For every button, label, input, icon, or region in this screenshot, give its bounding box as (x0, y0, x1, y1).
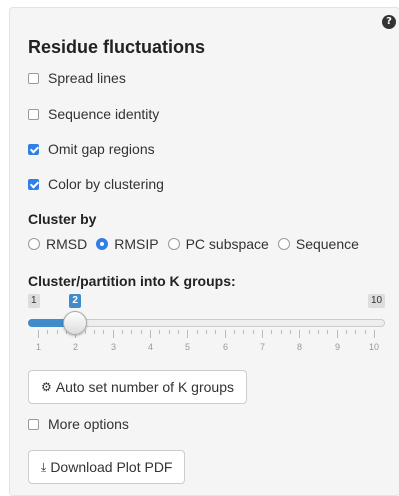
omit-gap-regions-checkbox[interactable]: Omit gap regions (28, 141, 155, 157)
radio-rmsip[interactable]: RMSIP (96, 236, 159, 252)
checkbox-box[interactable] (28, 72, 39, 84)
slider-major-tick (113, 330, 114, 338)
slider-minor-tick (131, 330, 132, 334)
checkbox-label: More options (48, 416, 129, 432)
slider-minor-tick (197, 330, 198, 334)
slider-minor-tick (215, 330, 216, 334)
slider-minor-tick (271, 330, 272, 334)
color-by-clustering-checkbox[interactable]: Color by clustering (28, 176, 164, 192)
slider-value-badge: 2 (69, 294, 81, 308)
slider-tick-label: 10 (369, 342, 380, 352)
slider-minor-tick (327, 330, 328, 334)
radio-rmsd[interactable]: RMSD (28, 236, 87, 252)
slider-major-tick (262, 330, 263, 338)
more-options-checkbox[interactable]: More options (28, 416, 129, 432)
radio-label: RMSD (46, 236, 88, 252)
radio-button[interactable] (167, 238, 180, 250)
radio-label: PC subspace (185, 236, 269, 252)
checkbox-label: Color by clustering (48, 176, 164, 192)
question-circle-icon[interactable]: ? (382, 15, 396, 29)
radio-label: Sequence (295, 236, 359, 252)
slider-major-tick (225, 330, 226, 338)
slider-minor-tick (365, 330, 366, 334)
slider-major-tick (337, 330, 338, 338)
radio-button[interactable] (96, 238, 109, 250)
k-groups-label: Cluster/partition into K groups: (28, 273, 236, 289)
checkbox-label: Sequence identity (48, 106, 160, 122)
slider-major-tick (38, 330, 39, 338)
slider-minor-tick (234, 330, 235, 334)
slider-minor-tick (309, 330, 310, 334)
checkbox-box[interactable] (28, 143, 39, 155)
slider-major-tick (187, 330, 188, 338)
slider-tick-label: 9 (335, 342, 341, 352)
cluster-by-radio-group: RMSD RMSIP PC subspace Sequence (28, 236, 368, 252)
auto-set-k-button[interactable]: ⚙ Auto set number of K groups (28, 370, 247, 404)
slider-major-tick (150, 330, 151, 338)
radio-sequence[interactable]: Sequence (277, 236, 359, 252)
radio-pc-subspace[interactable]: PC subspace (167, 236, 269, 252)
slider-tick-label: 4 (148, 342, 154, 352)
slider-minor-tick (290, 330, 291, 334)
checkbox-box[interactable] (28, 178, 39, 190)
cluster-by-label: Cluster by (28, 211, 97, 227)
radio-button[interactable] (277, 238, 290, 250)
download-button-label: Download Plot PDF (50, 459, 173, 475)
checkbox-box[interactable] (28, 418, 39, 430)
slider-min-badge: 1 (28, 294, 40, 308)
slider-minor-tick (206, 330, 207, 334)
radio-button[interactable] (28, 238, 40, 250)
slider-minor-tick (47, 330, 48, 334)
slider-minor-tick (281, 330, 282, 334)
slider-tick-label: 8 (297, 342, 303, 352)
slider-minor-tick (85, 330, 86, 334)
slider-minor-tick (159, 330, 160, 334)
slider-major-tick (374, 330, 375, 338)
download-plot-pdf-button[interactable]: ⤓ Download Plot PDF (28, 450, 186, 484)
slider-tick-label: 6 (223, 342, 229, 352)
slider-tick-label: 1 (36, 342, 42, 352)
slider-tick-label: 7 (260, 342, 266, 352)
slider-tick-label: 2 (73, 342, 79, 352)
slider-minor-tick (169, 330, 170, 334)
spread-lines-checkbox[interactable]: Spread lines (28, 70, 126, 86)
slider-minor-tick (318, 330, 319, 334)
slider-minor-tick (178, 330, 179, 334)
slider-minor-tick (243, 330, 244, 334)
slider-tick-label: 5 (185, 342, 191, 352)
auto-set-k-button-label: Auto set number of K groups (55, 379, 234, 395)
slider-minor-tick (355, 330, 356, 334)
slider-minor-tick (253, 330, 254, 334)
checkbox-label: Spread lines (48, 70, 126, 86)
slider-minor-tick (103, 330, 104, 334)
slider-major-tick (299, 330, 300, 338)
slider-minor-tick (122, 330, 123, 334)
slider-minor-tick (346, 330, 347, 334)
panel-title: Residue fluctuations (28, 37, 206, 57)
slider-tick-label: 3 (111, 342, 117, 352)
checkbox-label: Omit gap regions (48, 141, 155, 157)
sequence-identity-checkbox[interactable]: Sequence identity (28, 106, 159, 122)
slider-minor-tick (57, 330, 58, 334)
slider-minor-tick (94, 330, 95, 334)
radio-label: RMSIP (114, 236, 159, 252)
download-icon: ⤓ (41, 459, 47, 474)
slider-minor-tick (141, 330, 142, 334)
slider-max-badge: 10 (368, 294, 386, 308)
checkbox-box[interactable] (28, 108, 39, 120)
cogs-icon: ⚙ (41, 380, 52, 394)
